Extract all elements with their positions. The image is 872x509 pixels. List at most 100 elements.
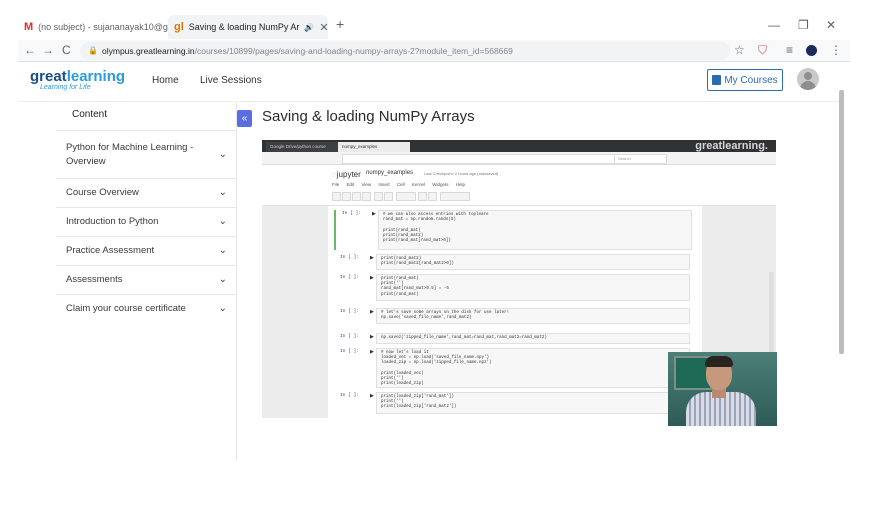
content-sidebar: Content Python for Machine Learning - Ov…: [56, 102, 237, 460]
toolbar-button: [332, 192, 341, 201]
video-browser-tabbar: Google Drive/python course numpy_example…: [262, 140, 776, 152]
notebook-cell: In [ ]: ▶ np.savez('zipped_file_name',ra…: [334, 333, 696, 344]
notebook-cell: In [ ]: ▶ print(rand_mat2) print(rand_ma…: [334, 254, 696, 270]
new-tab-button[interactable]: +: [336, 16, 344, 32]
cell-code: # we can also access entries with toplea…: [378, 210, 692, 250]
chevron-down-icon: ⌄: [218, 216, 227, 227]
my-courses-button[interactable]: My Courses: [707, 69, 783, 91]
chevron-down-icon: ⌄: [218, 148, 227, 160]
sidebar-item-intro-python[interactable]: Introduction to Python ⌄: [56, 207, 237, 236]
toolbar-button: [440, 192, 470, 201]
run-icon: ▶: [370, 393, 374, 399]
cell-prompt: In [ ]:: [340, 255, 359, 260]
sidebar-item-label: Introduction to Python: [66, 216, 159, 227]
cell-prompt: In [ ]:: [340, 349, 359, 354]
logo-part1: great: [30, 68, 67, 85]
chevron-down-icon: ⌄: [218, 274, 227, 285]
browser-tab-strip: M (no subject) - sujananayak10@g ✕ gl Sa…: [18, 12, 850, 42]
greatlearning-logo[interactable]: greatlearning: [30, 68, 125, 85]
shield-icon[interactable]: ⛉: [758, 43, 767, 58]
sidebar-title: Content: [72, 109, 108, 120]
cell-prompt: In [ ]:: [340, 334, 359, 339]
cell-prompt: In [ ]:: [340, 309, 359, 314]
avatar[interactable]: [797, 68, 819, 90]
notebook-cell: In [ ]: ▶ print(loaded_zip['rand_mat']) …: [334, 392, 696, 414]
reading-list-icon[interactable]: ≡: [786, 43, 793, 57]
instructor-webcam: [668, 352, 777, 426]
avatar-head: [804, 72, 812, 80]
run-icon: ▶: [370, 349, 374, 355]
jupyter-logo: ◌jupyter: [332, 170, 361, 179]
close-window-button[interactable]: ✕: [826, 18, 836, 32]
checkpoint-text: Last Checkpoint: 2 hours ago (autosaved): [424, 171, 499, 176]
page-title: Saving & loading NumPy Arrays: [262, 108, 475, 125]
sidebar-item-label: Course Overview: [66, 187, 139, 198]
jupyter-menu: File Edit View Insert Cell Kernel Widget…: [332, 182, 465, 187]
nav-home[interactable]: Home: [152, 75, 179, 86]
sidebar-item-course-overview[interactable]: Course Overview ⌄: [56, 178, 237, 207]
sidebar-item-practice-assessment[interactable]: Practice Assessment ⌄: [56, 236, 237, 265]
site-header: greatlearning Learning for Life Home Liv…: [18, 62, 844, 102]
sidebar-item-assessments[interactable]: Assessments ⌄: [56, 265, 237, 294]
avatar-body: [800, 81, 816, 90]
tab-title: Saving & loading NumPy Ar: [188, 22, 300, 32]
logo-part2: learning: [66, 68, 126, 85]
notebook-cell: In [ ]: ▶ # we can also access entries w…: [334, 210, 698, 250]
reload-icon[interactable]: C: [62, 43, 71, 57]
sidebar-item-label: Python for Machine Learning - Overview: [66, 142, 194, 167]
toolbar-button: [418, 192, 427, 201]
cell-code: print(rand_mat) print('') rand_mat[rand_…: [376, 274, 690, 301]
nav-live-sessions[interactable]: Live Sessions: [200, 75, 262, 86]
run-icon: ▶: [370, 255, 374, 261]
minimize-button[interactable]: —: [768, 18, 780, 32]
browser-tab-gmail[interactable]: M (no subject) - sujananayak10@g ✕: [18, 15, 168, 39]
greatlearning-favicon-icon: gl: [174, 21, 184, 33]
extension-icon[interactable]: [806, 45, 817, 56]
address-bar[interactable]: 🔒 olympus.greatlearning.in/courses/10899…: [80, 42, 730, 60]
cell-prompt: In [ ]:: [342, 211, 361, 216]
video-tab: Google Drive/python course: [266, 142, 338, 152]
run-icon: ▶: [370, 275, 374, 281]
video-search-field: Search: [614, 154, 667, 164]
lock-icon: 🔒: [88, 46, 98, 55]
chevron-down-icon: ⌄: [218, 187, 227, 198]
cell-code: # let's save some arrays on the disk for…: [376, 308, 690, 324]
close-tab-icon[interactable]: ✕: [319, 21, 328, 34]
collapse-sidebar-button[interactable]: «: [237, 110, 252, 127]
toolbar-button: [384, 192, 393, 201]
audio-icon[interactable]: 🔊: [304, 23, 314, 32]
maximize-button[interactable]: ❐: [798, 18, 809, 32]
sidebar-item-label: Claim your course certificate: [66, 303, 186, 314]
notebook-cell: In [ ]: ▶ # now let's load it loaded_vec…: [334, 348, 696, 388]
back-icon[interactable]: ←: [24, 43, 36, 57]
notebook-name: numpy_examples: [366, 170, 414, 176]
video-address-bar: Search: [262, 152, 776, 165]
toolbar-button: [352, 192, 361, 201]
page-scrollbar[interactable]: [839, 90, 844, 354]
forward-icon[interactable]: →: [42, 43, 54, 57]
gmail-icon: M: [24, 21, 34, 33]
chevron-down-icon: ⌄: [218, 245, 227, 256]
run-icon: ▶: [370, 309, 374, 315]
video-tab: numpy_examples: [338, 142, 410, 152]
url-host: olympus.greatlearning.in: [102, 46, 195, 56]
toolbar-button: [428, 192, 437, 201]
video-url-field: [342, 154, 644, 164]
toolbar-button: [342, 192, 351, 201]
star-icon[interactable]: ☆: [734, 43, 745, 57]
cell-prompt: In [ ]:: [340, 393, 359, 398]
cell-prompt: In [ ]:: [340, 275, 359, 280]
notebook-cell: In [ ]: ▶ print(rand_mat) print('') rand…: [334, 274, 696, 301]
toolbar-button: [396, 192, 416, 201]
sidebar-item-label: Practice Assessment: [66, 245, 155, 256]
cell-code: np.savez('zipped_file_name',rand_mat=ran…: [376, 333, 690, 344]
my-courses-label: My Courses: [724, 74, 778, 86]
sidebar-item-certificate[interactable]: Claim your course certificate ⌄: [56, 294, 237, 323]
tab-title: (no subject) - sujananayak10@g: [38, 22, 168, 32]
browser-menu-icon[interactable]: ⋮: [830, 43, 842, 57]
browser-tab-active[interactable]: gl Saving & loading NumPy Ar 🔊 ✕: [168, 15, 328, 39]
notebook-page: In [ ]: ▶ # we can also access entries w…: [328, 206, 702, 418]
toolbar-button: [374, 192, 383, 201]
toolbar-button: [362, 192, 371, 201]
sidebar-item-python-ml-overview[interactable]: Python for Machine Learning - Overview ⌄: [56, 130, 237, 178]
